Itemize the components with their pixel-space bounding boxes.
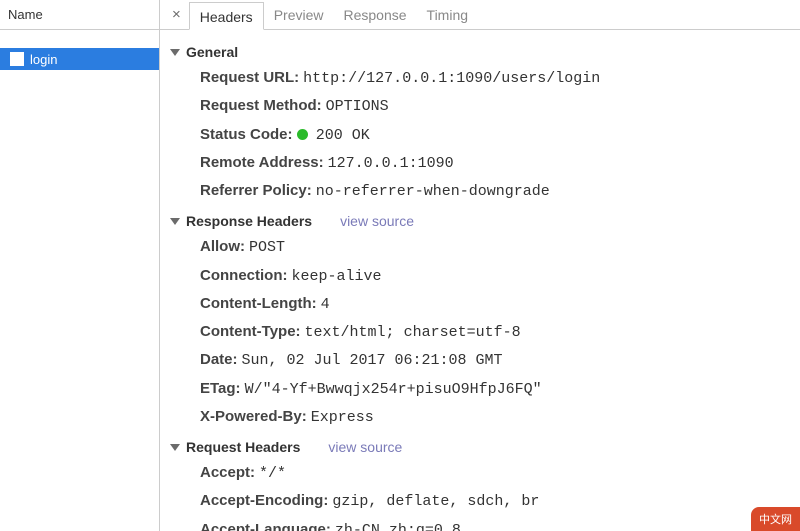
value-text: 127.0.0.1:1090	[328, 155, 454, 172]
key-label: Content-Type:	[200, 323, 301, 340]
value-text: gzip, deflate, sdch, br	[332, 493, 539, 510]
section-title: General	[186, 44, 238, 60]
section-title: Request Headers	[186, 439, 300, 455]
tab-headers[interactable]: Headers	[189, 2, 264, 30]
status-dot-icon	[297, 129, 308, 140]
section-request-headers-header[interactable]: Request Headers view source	[170, 431, 790, 459]
tab-timing[interactable]: Timing	[417, 1, 479, 29]
key-label: Allow:	[200, 238, 245, 255]
headers-content: General Request URL:http://127.0.0.1:109…	[160, 30, 800, 531]
key-label: Connection:	[200, 267, 288, 284]
kv-remote-address: Remote Address:127.0.0.1:1090	[170, 149, 790, 177]
value-text: 4	[321, 296, 330, 313]
kv-content-type: Content-Type:text/html; charset=utf-8	[170, 318, 790, 346]
disclosure-triangle-icon	[170, 49, 180, 56]
kv-status-code: Status Code: 200 OK	[170, 121, 790, 149]
value-text: http://127.0.0.1:1090/users/login	[303, 70, 600, 87]
kv-request-url: Request URL:http://127.0.0.1:1090/users/…	[170, 64, 790, 92]
value-text: POST	[249, 239, 285, 256]
requests-sidebar: Name login	[0, 0, 160, 531]
key-label: Referrer Policy:	[200, 182, 312, 199]
key-label: Date:	[200, 351, 238, 368]
value-text: Express	[311, 409, 374, 426]
kv-accept-language: Accept-Language: zh-CN,zh;q=0.8	[170, 516, 790, 531]
value-text: keep-alive	[292, 268, 382, 285]
value-text: no-referrer-when-downgrade	[316, 183, 550, 200]
value-text: OPTIONS	[326, 98, 389, 115]
disclosure-triangle-icon	[170, 444, 180, 451]
kv-content-length: Content-Length:4	[170, 290, 790, 318]
kv-date: Date:Sun, 02 Jul 2017 06:21:08 GMT	[170, 346, 790, 374]
kv-etag: ETag:W/"4-Yf+Bwwqjx254r+pisuO9HfpJ6FQ"	[170, 375, 790, 403]
close-icon[interactable]: ×	[164, 6, 189, 23]
disclosure-triangle-icon	[170, 218, 180, 225]
kv-connection: Connection:keep-alive	[170, 262, 790, 290]
value-text: Sun, 02 Jul 2017 06:21:08 GMT	[242, 352, 503, 369]
key-label: Remote Address:	[200, 154, 324, 171]
key-label: Accept-Encoding:	[200, 492, 328, 509]
request-item-label: login	[30, 52, 57, 67]
view-source-link[interactable]: view source	[328, 439, 402, 455]
file-icon	[10, 52, 24, 66]
value-text: 200 OK	[316, 127, 370, 144]
key-label: ETag:	[200, 380, 241, 397]
key-label: Accept-Language:	[200, 521, 331, 531]
key-label: Status Code:	[200, 126, 293, 143]
kv-accept-encoding: Accept-Encoding:gzip, deflate, sdch, br	[170, 487, 790, 515]
kv-allow: Allow:POST	[170, 233, 790, 261]
section-general-header[interactable]: General	[170, 36, 790, 64]
value-text: text/html; charset=utf-8	[305, 324, 521, 341]
sidebar-header-name: Name	[0, 0, 159, 30]
value-text: */*	[259, 465, 286, 482]
key-label: Accept:	[200, 464, 255, 481]
details-pane: × Headers Preview Response Timing Genera…	[160, 0, 800, 531]
kv-referrer-policy: Referrer Policy:no-referrer-when-downgra…	[170, 177, 790, 205]
kv-request-method: Request Method:OPTIONS	[170, 92, 790, 120]
key-label: Request Method:	[200, 97, 322, 114]
value-text: W/"4-Yf+Bwwqjx254r+pisuO9HfpJ6FQ"	[245, 381, 542, 398]
kv-accept: Accept:*/*	[170, 459, 790, 487]
tab-preview[interactable]: Preview	[264, 1, 334, 29]
key-label: Content-Length:	[200, 295, 317, 312]
section-response-headers-header[interactable]: Response Headers view source	[170, 205, 790, 233]
view-source-link[interactable]: view source	[340, 213, 414, 229]
tab-bar: × Headers Preview Response Timing	[160, 0, 800, 30]
key-label: Request URL:	[200, 69, 299, 86]
kv-x-powered-by: X-Powered-By:Express	[170, 403, 790, 431]
section-title: Response Headers	[186, 213, 312, 229]
value-text: zh-CN,zh;q=0.8	[335, 522, 461, 531]
tab-response[interactable]: Response	[333, 1, 416, 29]
request-list: login	[0, 30, 159, 70]
watermark-badge: 中文网	[751, 507, 800, 531]
request-item-login[interactable]: login	[0, 48, 159, 70]
key-label: X-Powered-By:	[200, 408, 307, 425]
